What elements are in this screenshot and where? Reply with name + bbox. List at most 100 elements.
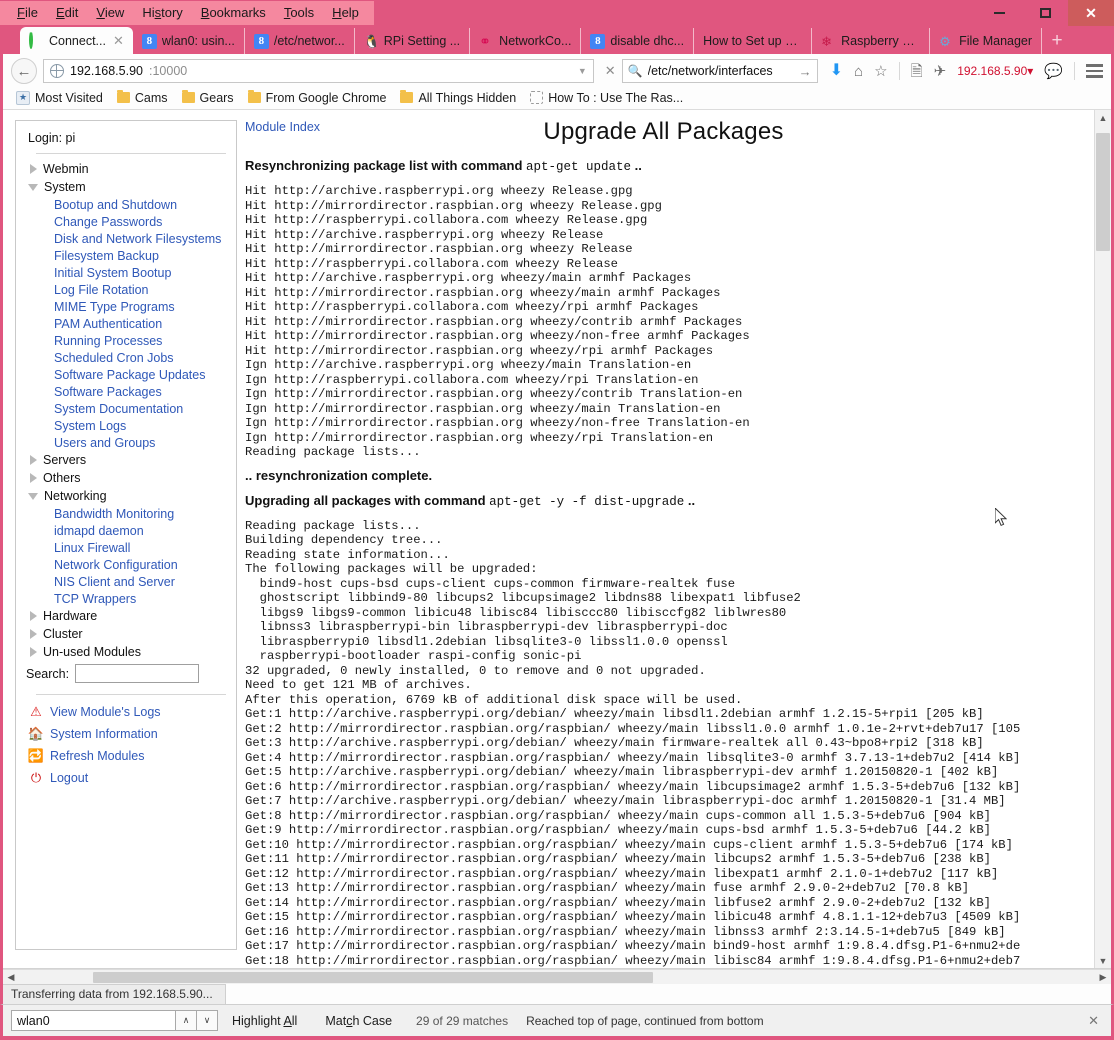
- stop-icon[interactable]: ✕: [600, 63, 616, 79]
- sidebar-category-webmin[interactable]: Webmin: [24, 160, 230, 178]
- scroll-left-icon[interactable]: ◀: [3, 970, 19, 984]
- download-icon[interactable]: ⬇: [830, 63, 843, 79]
- sidebar-item-system-documentation[interactable]: System Documentation: [24, 400, 230, 417]
- sidebar-item-network-configuration[interactable]: Network Configuration: [24, 556, 230, 573]
- sidebar-item-change-passwords[interactable]: Change Passwords: [24, 213, 230, 230]
- back-button[interactable]: ←: [11, 58, 37, 84]
- close-icon[interactable]: ✕: [113, 33, 124, 49]
- sidebar-category-others[interactable]: Others: [24, 469, 230, 487]
- hscroll-track[interactable]: [19, 970, 1095, 984]
- vscroll-thumb[interactable]: [1096, 133, 1110, 251]
- scroll-right-icon[interactable]: ▶: [1095, 970, 1111, 984]
- match-case-button[interactable]: Match Case: [311, 1014, 406, 1028]
- sidebar-refresh-modules[interactable]: 🔁 Refresh Modules: [24, 745, 230, 767]
- chat-icon[interactable]: 💬: [1044, 64, 1063, 79]
- close-find-icon[interactable]: ✕: [1088, 1013, 1103, 1029]
- sidebar-search-input[interactable]: [75, 664, 200, 683]
- tab-label: disable dhc...: [610, 34, 685, 48]
- reader-icon[interactable]: 🗎: [911, 64, 923, 79]
- bookmark-how-to-use-the-ras[interactable]: How To : Use The Ras...: [525, 91, 688, 105]
- browser-chrome: ← 192.168.5.90 :10000 ▼ ✕ 🔍 /etc/network…: [0, 54, 1114, 984]
- search-input[interactable]: /etc/network/interfaces: [648, 64, 794, 78]
- menu-history[interactable]: History: [133, 2, 191, 24]
- hscroll-thumb[interactable]: [93, 972, 653, 983]
- tab-file-manager[interactable]: ⚙ File Manager: [930, 28, 1043, 54]
- find-previous-button[interactable]: ∧: [176, 1010, 197, 1031]
- page-vertical-scrollbar[interactable]: ▲ ▼: [1094, 110, 1111, 968]
- bookmark-cams[interactable]: Cams: [112, 90, 173, 105]
- sidebar-item-tcp-wrappers[interactable]: TCP Wrappers: [24, 590, 230, 607]
- send-icon[interactable]: ✈: [934, 64, 947, 79]
- maximize-button[interactable]: [1022, 0, 1068, 26]
- sidebar-item-idmapd-daemon[interactable]: idmapd daemon: [24, 522, 230, 539]
- address-bar[interactable]: 192.168.5.90 :10000 ▼: [43, 59, 594, 83]
- sidebar-category-servers[interactable]: Servers: [24, 451, 230, 469]
- tab-how-to-set-up[interactable]: How to Set up a ...: [694, 28, 813, 54]
- sidebar-item-bandwidth-monitoring[interactable]: Bandwidth Monitoring: [24, 505, 230, 522]
- divider: [36, 694, 226, 695]
- sidebar-category-networking[interactable]: Networking: [24, 487, 230, 505]
- sidebar-search-row: Search:: [24, 661, 230, 686]
- tab-connect[interactable]: Connect... ✕: [20, 27, 133, 54]
- bookmark-from-google-chrome[interactable]: From Google Chrome: [243, 90, 392, 105]
- tab-etc-network[interactable]: 8 /etc/networ...: [245, 28, 355, 54]
- sidebar-item-linux-firewall[interactable]: Linux Firewall: [24, 539, 230, 556]
- menu-tools[interactable]: Tools: [275, 2, 323, 24]
- tab-networkco[interactable]: ⚭ NetworkCo...: [470, 28, 582, 54]
- find-next-button[interactable]: ∨: [197, 1010, 218, 1031]
- chevron-down-icon: ▾: [1027, 64, 1034, 78]
- bookmark-all-things-hidden[interactable]: All Things Hidden: [395, 90, 521, 105]
- sidebar-item-bootup-and-shutdown[interactable]: Bootup and Shutdown: [24, 196, 230, 213]
- sidebar-item-software-packages[interactable]: Software Packages: [24, 383, 230, 400]
- menu-edit[interactable]: Edit: [47, 2, 87, 24]
- sidebar-category-hardware[interactable]: Hardware: [24, 607, 230, 625]
- sidebar-category-un-used-modules[interactable]: Un-used Modules: [24, 643, 230, 661]
- find-input[interactable]: [11, 1010, 176, 1031]
- highlight-all-button[interactable]: Highlight All: [218, 1014, 311, 1028]
- tab-raspberry-pi[interactable]: ❄ Raspberry Pi...: [812, 28, 931, 54]
- page-horizontal-scrollbar[interactable]: ◀ ▶: [3, 969, 1111, 984]
- chevron-down-icon[interactable]: ▼: [578, 66, 587, 76]
- sidebar-item-nis-client-and-server[interactable]: NIS Client and Server: [24, 573, 230, 590]
- menu-bookmarks[interactable]: Bookmarks: [192, 2, 275, 24]
- minimize-button[interactable]: [976, 0, 1022, 26]
- search-bar[interactable]: 🔍 /etc/network/interfaces →: [621, 59, 818, 83]
- sidebar-item-scheduled-cron-jobs[interactable]: Scheduled Cron Jobs: [24, 349, 230, 366]
- menu-file[interactable]: File: [8, 2, 47, 24]
- sidebar-item-mime-type-programs[interactable]: MIME Type Programs: [24, 298, 230, 315]
- sidebar-category-system[interactable]: System: [24, 178, 230, 196]
- close-window-button[interactable]: ✕: [1068, 0, 1114, 26]
- sidebar-item-system-logs[interactable]: System Logs: [24, 417, 230, 434]
- hamburger-menu-icon[interactable]: [1086, 64, 1103, 78]
- tab-label: wlan0: usin...: [161, 34, 235, 48]
- sidebar-category-cluster[interactable]: Cluster: [24, 625, 230, 643]
- tab-wlan0[interactable]: 8 wlan0: usin...: [133, 28, 245, 54]
- bookmark-most-visited[interactable]: ★ Most Visited: [11, 90, 108, 105]
- sidebar-item-users-and-groups[interactable]: Users and Groups: [24, 434, 230, 451]
- sidebar-item-running-processes[interactable]: Running Processes: [24, 332, 230, 349]
- tab-rpi-setting[interactable]: 🐧 RPi Setting ...: [355, 28, 471, 54]
- menu-help[interactable]: Help: [323, 2, 368, 24]
- bookmark-label: Gears: [199, 90, 234, 105]
- sidebar-item-initial-system-bootup[interactable]: Initial System Bootup: [24, 264, 230, 281]
- sidebar-item-disk-and-network-filesystems[interactable]: Disk and Network Filesystems: [24, 230, 230, 247]
- tab-disable-dhc[interactable]: 8 disable dhc...: [581, 28, 695, 54]
- scroll-up-icon[interactable]: ▲: [1095, 110, 1111, 125]
- sidebar-item-filesystem-backup[interactable]: Filesystem Backup: [24, 247, 230, 264]
- menu-view[interactable]: View: [87, 2, 133, 24]
- scroll-down-icon[interactable]: ▼: [1095, 953, 1111, 968]
- folder-icon: [247, 90, 261, 103]
- bookmark-star-icon[interactable]: ☆: [874, 64, 887, 79]
- sidebar-item-log-file-rotation[interactable]: Log File Rotation: [24, 281, 230, 298]
- search-go-icon[interactable]: →: [799, 64, 812, 79]
- vscroll-track[interactable]: [1095, 125, 1111, 953]
- sidebar-item-software-package-updates[interactable]: Software Package Updates: [24, 366, 230, 383]
- sidebar-logout[interactable]: ⏻ Logout: [24, 767, 230, 789]
- sidebar-view-module-logs[interactable]: ⚠ View Module's Logs: [24, 701, 230, 723]
- sidebar-system-information[interactable]: 🏠 System Information: [24, 723, 230, 745]
- sidebar-item-pam-authentication[interactable]: PAM Authentication: [24, 315, 230, 332]
- new-tab-button[interactable]: +: [1042, 28, 1072, 54]
- ip-badge[interactable]: 192.168.5.90▾: [957, 64, 1033, 78]
- bookmark-gears[interactable]: Gears: [177, 90, 239, 105]
- home-icon[interactable]: ⌂: [854, 64, 863, 79]
